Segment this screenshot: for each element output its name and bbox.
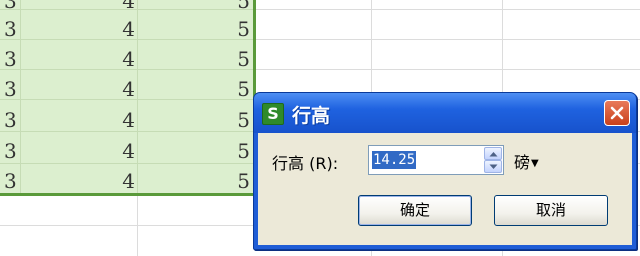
row-height-stepper[interactable]	[484, 147, 502, 173]
row-height-input[interactable]: 14.25	[368, 145, 504, 175]
dialog-body: 行高 (R): 14.25 磅▼ 确定 取消	[258, 133, 632, 245]
cell[interactable]: 5	[200, 14, 250, 44]
selection-border	[0, 193, 256, 196]
cell[interactable]: 5	[200, 74, 250, 104]
cell[interactable]: 4	[90, 74, 135, 104]
row-height-dialog: S 行高 行高 (R): 14.25 磅▼ 确定 取消	[253, 92, 637, 250]
cell[interactable]: 4	[90, 166, 135, 196]
caret-down-icon: ▼	[531, 158, 539, 169]
table-row: 3 4 5	[0, 166, 253, 196]
cell[interactable]: 5	[200, 136, 250, 166]
table-row: 3 4 5	[0, 136, 253, 166]
app-logo-icon: S	[262, 103, 284, 125]
cell[interactable]: 3	[4, 136, 17, 166]
dialog-titlebar[interactable]: S 行高	[254, 93, 636, 133]
cancel-button[interactable]: 取消	[494, 195, 608, 226]
cell[interactable]: 4	[90, 14, 135, 44]
cell[interactable]: 5	[200, 166, 250, 196]
unit-label: 磅	[514, 153, 531, 172]
cell[interactable]: 4	[90, 44, 135, 74]
table-row: 3 4 5	[0, 44, 253, 74]
cell[interactable]: 4	[90, 136, 135, 166]
chevron-down-icon	[489, 164, 498, 169]
cell[interactable]: 3	[4, 74, 17, 104]
increment-button[interactable]	[484, 147, 502, 160]
table-row: 3 4 5	[0, 14, 253, 44]
cell[interactable]: 3	[4, 14, 17, 44]
unit-dropdown[interactable]: 磅▼	[514, 149, 539, 173]
dialog-title: 行高	[292, 105, 331, 127]
row-height-value[interactable]: 14.25	[372, 151, 417, 169]
decrement-button[interactable]	[484, 160, 502, 173]
cell[interactable]: 5	[200, 44, 250, 74]
row-height-label: 行高 (R):	[272, 154, 339, 173]
table-row: 3 4 5	[0, 74, 253, 104]
table-row: 3 4 5	[0, 105, 253, 135]
close-icon	[610, 106, 624, 120]
cell[interactable]: 3	[4, 105, 17, 135]
close-button[interactable]	[604, 100, 630, 126]
cell[interactable]: 3	[4, 166, 17, 196]
cell[interactable]: 3	[4, 44, 17, 74]
cell[interactable]: 4	[90, 105, 135, 135]
cell[interactable]: 5	[200, 105, 250, 135]
ok-button[interactable]: 确定	[358, 195, 472, 226]
chevron-up-icon	[489, 152, 498, 157]
